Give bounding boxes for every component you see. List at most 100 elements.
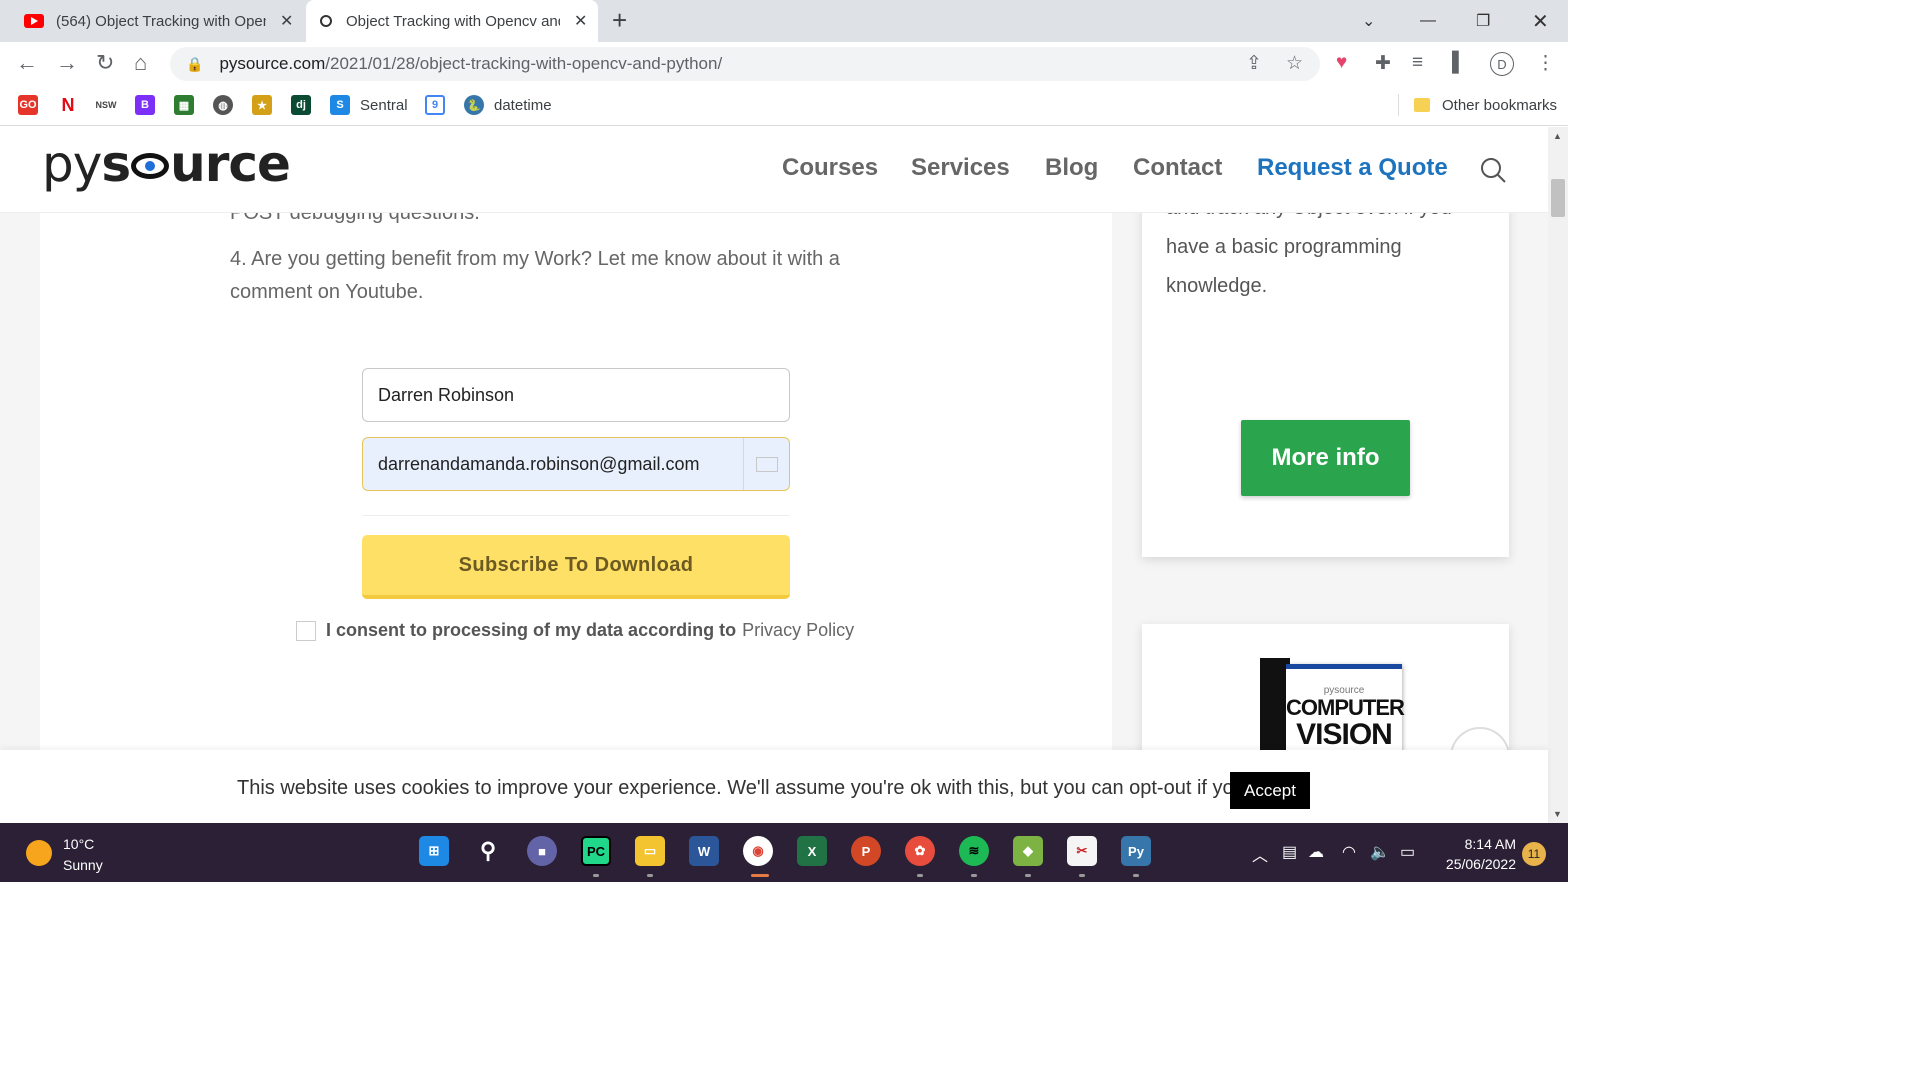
- privacy-policy-link[interactable]: Privacy Policy: [742, 620, 854, 641]
- bookmark-nsw[interactable]: NSW: [96, 94, 126, 116]
- accept-cookies-button[interactable]: Accept: [1230, 772, 1310, 809]
- consent-label: I consent to processing of my data accor…: [326, 620, 737, 640]
- pysource-logo[interactable]: py s urce: [42, 135, 291, 193]
- extension-heart-icon[interactable]: ♥: [1336, 52, 1347, 74]
- volume-icon[interactable]: 🔈: [1370, 842, 1390, 862]
- bookmark-label: datetime: [494, 96, 552, 114]
- scrollbar-thumb[interactable]: [1551, 179, 1565, 217]
- bookmark-globe[interactable]: ◍: [213, 94, 243, 116]
- card-line: knowledge.: [1166, 275, 1268, 297]
- word-icon[interactable]: W: [689, 836, 719, 866]
- spotify-icon[interactable]: ≋: [959, 836, 989, 866]
- tab-active[interactable]: Object Tracking with Opencv and ✕: [306, 0, 598, 42]
- bookmark-star-icon[interactable]: ☆: [1286, 52, 1303, 75]
- wifi-icon[interactable]: ◠: [1342, 842, 1356, 862]
- lock-icon[interactable]: 🔒: [186, 56, 203, 73]
- media-icon[interactable]: ≡: [1412, 52, 1423, 74]
- url-path: /2021/01/28/object-tracking-with-opencv-…: [325, 54, 723, 73]
- restore-icon[interactable]: ❐: [1476, 0, 1490, 42]
- bookmarks-bar: GO N NSW B ▦ ◍ ★ dj S Sentral 9 🐍 datetime…: [0, 86, 1568, 126]
- book-title-line2: VISION: [1296, 718, 1393, 751]
- tab-youtube[interactable]: (564) Object Tracking with Opencv ✕: [14, 0, 304, 42]
- netflix-icon: N: [58, 95, 78, 115]
- battery-icon[interactable]: ▭: [1400, 842, 1415, 862]
- profile-avatar[interactable]: D: [1490, 52, 1514, 76]
- snipping-tool-icon[interactable]: ✂: [1067, 836, 1097, 866]
- reload-icon[interactable]: ↻: [96, 50, 114, 76]
- clock[interactable]: 8:14 AM 25/06/2022: [1432, 834, 1516, 874]
- site-header: py s urce Courses Services Blog Contact Re…: [0, 127, 1548, 213]
- chat-icon[interactable]: ■: [527, 836, 557, 866]
- card-line: have a basic programming: [1166, 236, 1402, 258]
- app-cluster-icon[interactable]: ✿: [905, 836, 935, 866]
- close-tab-icon[interactable]: ✕: [280, 11, 293, 31]
- bookmark-django[interactable]: dj: [291, 94, 321, 116]
- django-icon: dj: [291, 95, 311, 115]
- powerpoint-icon[interactable]: P: [851, 836, 881, 866]
- nav-contact[interactable]: Contact: [1133, 154, 1222, 182]
- grid-icon: ▦: [174, 95, 194, 115]
- article-line: 4. Are you getting benefit from my Work?…: [230, 248, 840, 270]
- bookmark-sentral[interactable]: S Sentral: [330, 94, 408, 116]
- article-point-4: 4. Are you getting benefit from my Work?…: [230, 243, 840, 309]
- start-icon[interactable]: ⊞: [419, 836, 449, 866]
- weather-condition: Sunny: [63, 857, 103, 873]
- chrome-icon[interactable]: ◉: [743, 836, 773, 866]
- new-tab-icon[interactable]: +: [612, 5, 627, 36]
- close-window-icon[interactable]: ✕: [1532, 0, 1549, 42]
- address-bar[interactable]: 🔒 pysource.com/2021/01/28/object-trackin…: [170, 47, 1320, 81]
- email-field[interactable]: darrenandamanda.robinson@gmail.com: [362, 437, 790, 491]
- bookmark-netflix[interactable]: N: [58, 94, 88, 116]
- bookmark-calendar[interactable]: 9: [425, 94, 455, 116]
- extensions-icon[interactable]: ✚: [1375, 52, 1391, 75]
- sun-icon[interactable]: [26, 840, 52, 866]
- bookmark-go[interactable]: GO: [18, 94, 48, 116]
- browser-toolbar: ← → ↻ ⌂ 🔒 pysource.com/2021/01/28/object…: [0, 42, 1568, 86]
- subscribe-button[interactable]: Subscribe To Download: [362, 535, 790, 599]
- search-icon[interactable]: [1480, 157, 1506, 183]
- consent-checkbox[interactable]: [296, 620, 316, 641]
- sentral-icon: S: [330, 95, 350, 115]
- url-host: pysource.com: [219, 54, 326, 73]
- nav-blog[interactable]: Blog: [1045, 154, 1098, 182]
- file-explorer-icon[interactable]: ▭: [635, 836, 665, 866]
- time: 8:14 AM: [1464, 836, 1516, 852]
- name-field[interactable]: Darren Robinson: [362, 368, 790, 422]
- weather-widget[interactable]: 10°C Sunny: [63, 834, 103, 876]
- menu-icon[interactable]: ⋮: [1536, 52, 1555, 75]
- home-icon[interactable]: ⌂: [134, 50, 147, 76]
- python-icon[interactable]: Py: [1121, 836, 1151, 866]
- show-hidden-icons-icon[interactable]: ︿: [1252, 842, 1268, 866]
- b-icon: B: [135, 95, 155, 115]
- forward-icon[interactable]: →: [56, 50, 78, 76]
- bluestacks-icon[interactable]: ◆: [1013, 836, 1043, 866]
- logo-text-left: py: [42, 135, 102, 193]
- more-info-button[interactable]: More info: [1241, 420, 1410, 496]
- tab-strip: (564) Object Tracking with Opencv ✕ Obje…: [0, 0, 1568, 42]
- other-bookmarks[interactable]: Other bookmarks: [1414, 94, 1557, 116]
- minimize-icon[interactable]: —: [1420, 0, 1436, 42]
- share-icon[interactable]: ⇪: [1246, 52, 1262, 75]
- excel-icon[interactable]: X: [797, 836, 827, 866]
- bookmark-label: Sentral: [360, 96, 408, 114]
- bookmark-grid[interactable]: ▦: [174, 94, 204, 116]
- article-line: comment on Youtube.: [230, 281, 424, 303]
- back-icon[interactable]: ←: [16, 50, 38, 76]
- bookmark-datetime[interactable]: 🐍 datetime: [464, 94, 552, 116]
- nav-courses[interactable]: Courses: [782, 154, 878, 182]
- notification-badge[interactable]: 11: [1522, 842, 1546, 866]
- side-panel-icon[interactable]: ▌: [1452, 52, 1465, 74]
- device-icon[interactable]: ▤: [1282, 842, 1297, 862]
- consent-row: I consent to processing of my data accor…: [296, 620, 854, 641]
- nav-request-quote[interactable]: Request a Quote: [1257, 154, 1448, 182]
- close-tab-icon[interactable]: ✕: [574, 11, 587, 31]
- bookmark-app[interactable]: ★: [252, 94, 282, 116]
- tab-search-icon[interactable]: ⌄: [1362, 0, 1375, 42]
- search-icon[interactable]: ⚲: [473, 836, 503, 866]
- bookmark-b[interactable]: B: [135, 94, 165, 116]
- onedrive-icon[interactable]: ☁: [1308, 842, 1324, 862]
- globe-icon: ◍: [213, 95, 233, 115]
- page-scrollbar[interactable]: ▲ ▼: [1548, 127, 1568, 823]
- nav-services[interactable]: Services: [911, 154, 1010, 182]
- pycharm-icon[interactable]: PC: [581, 836, 611, 866]
